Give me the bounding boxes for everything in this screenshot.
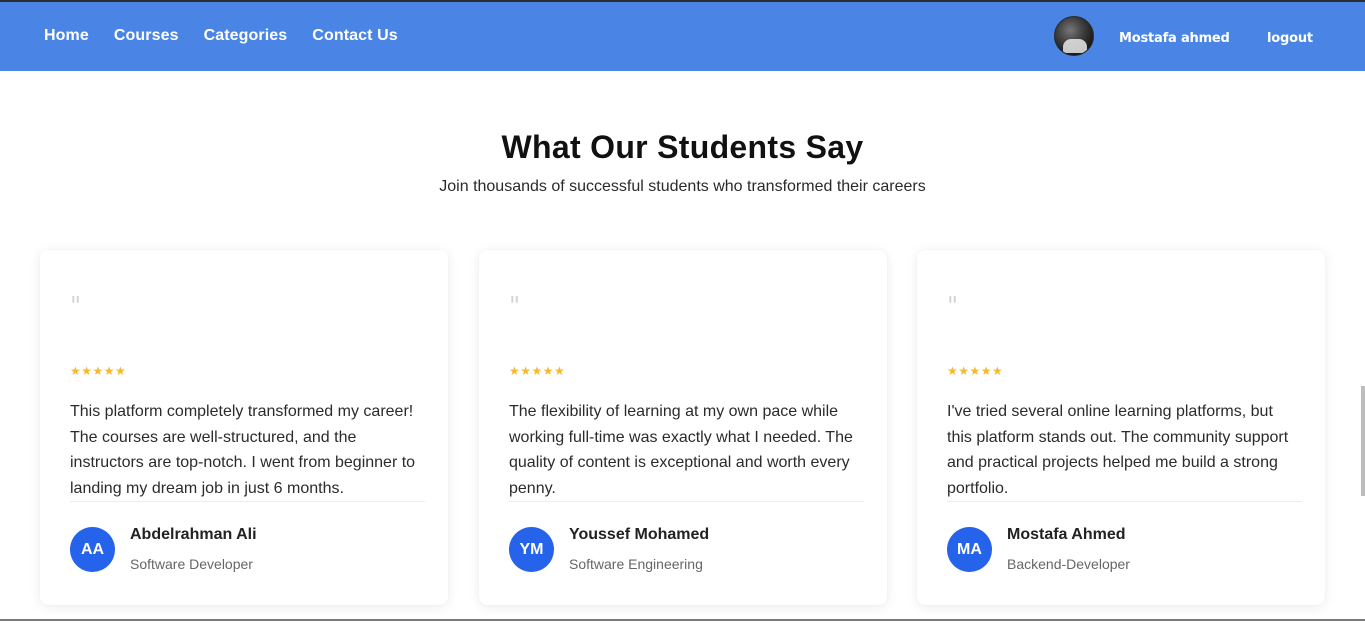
author-name: Abdelrahman Ali: [130, 526, 257, 543]
author-role: Software Engineering: [569, 556, 703, 572]
star-rating: ★★★★★: [947, 364, 1004, 378]
user-avatar[interactable]: [1054, 16, 1094, 56]
author-avatar: AA: [70, 527, 115, 572]
star-rating: ★★★★★: [70, 364, 127, 378]
logout-link[interactable]: logout: [1267, 31, 1313, 46]
author-avatar: MA: [947, 527, 992, 572]
nav-courses-link[interactable]: Courses: [114, 27, 179, 45]
quote-icon: ": [509, 292, 521, 320]
quote-icon: ": [947, 292, 959, 320]
author-role: Backend-Developer: [1007, 556, 1130, 572]
top-navbar: Home Courses Categories Contact Us Mosta…: [0, 0, 1365, 71]
nav-home-link[interactable]: Home: [44, 27, 89, 45]
user-name[interactable]: Mostafa ahmed: [1119, 31, 1230, 46]
author-avatar: YM: [509, 527, 554, 572]
author-role: Software Developer: [130, 556, 253, 572]
section-title: What Our Students Say: [501, 129, 864, 165]
testimonial-card: " ★★★★★ This platform completely transfo…: [40, 250, 448, 605]
section-subtitle: Join thousands of successful students wh…: [439, 178, 926, 195]
star-rating: ★★★★★: [509, 364, 566, 378]
testimonial-text: This platform completely transformed my …: [70, 403, 416, 497]
divider: [509, 501, 864, 502]
quote-icon: ": [70, 292, 82, 320]
page-scrollbar[interactable]: [1361, 386, 1365, 496]
testimonial-text: I've tried several online learning platf…: [947, 403, 1289, 497]
nav-categories-link[interactable]: Categories: [204, 27, 288, 45]
divider: [947, 501, 1302, 502]
testimonial-card: " ★★★★★ I've tried several online learni…: [917, 250, 1325, 605]
main-nav: Home Courses Categories Contact Us: [44, 27, 398, 45]
nav-contact-link[interactable]: Contact Us: [312, 27, 397, 45]
bottom-border: [0, 619, 1365, 621]
divider: [70, 501, 425, 502]
testimonial-text: The flexibility of learning at my own pa…: [509, 403, 853, 497]
author-name: Mostafa Ahmed: [1007, 526, 1126, 543]
testimonial-card: " ★★★★★ The flexibility of learning at m…: [479, 250, 887, 605]
author-name: Youssef Mohamed: [569, 526, 710, 543]
